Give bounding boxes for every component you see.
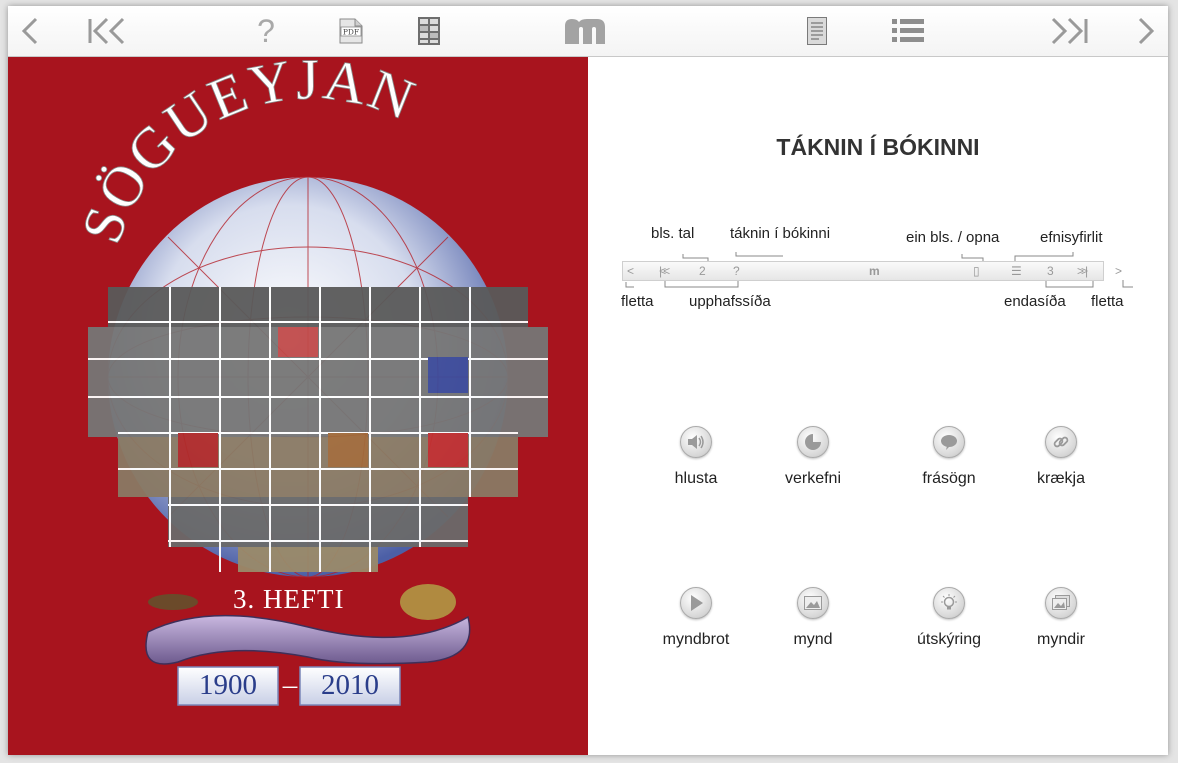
mini-next-arrow-icon: > (1115, 264, 1123, 278)
legend-link[interactable]: krækja (1001, 426, 1121, 488)
mini-single-page-icon: ▯ (973, 264, 980, 278)
legend-images[interactable]: myndir (1001, 587, 1121, 649)
pdf-button[interactable]: PDF (334, 6, 368, 56)
legend-label: mynd (793, 631, 833, 648)
mini-last-page-icon: >>| (1077, 264, 1088, 278)
legend-label: krækja (1036, 470, 1085, 487)
mini-page-number-right: 3 (1047, 264, 1054, 278)
next-arrow-icon (1138, 17, 1155, 45)
pdf-label: PDF (343, 28, 359, 37)
lightbulb-icon (941, 594, 957, 610)
logo-button[interactable] (560, 6, 610, 56)
mini-page-number: 2 (699, 264, 706, 278)
legend-label: verkefni (784, 470, 842, 487)
help-button[interactable]: ? (248, 6, 284, 56)
speaker-icon (688, 435, 704, 449)
issue-label: 3. HEFTI (233, 584, 345, 614)
table-of-contents-button[interactable] (888, 6, 928, 56)
prev-page-button[interactable] (12, 6, 48, 56)
cover-page: SÖGUEYJAN 3. HEFTI 1900 – 2010 (8, 57, 588, 755)
scroll-ribbon (145, 614, 471, 665)
mini-logo-icon: m (869, 264, 880, 278)
legend-label: útskýring (916, 631, 982, 648)
last-page-button[interactable] (1044, 6, 1092, 56)
legend-label: frásögn (922, 470, 976, 487)
mini-help-icon: ? (733, 264, 740, 278)
label-flip-right: fletta (1091, 293, 1124, 310)
image-icon (804, 596, 822, 610)
images-icon (1052, 595, 1070, 610)
help-page: TÁKNIN Í BÓKINNI bls. tal táknin í bókin… (588, 57, 1168, 755)
legend-task[interactable]: verkefni (753, 426, 873, 488)
speech-bubble-icon (941, 435, 957, 450)
year-dash: – (282, 669, 298, 701)
logo-m-icon (565, 19, 605, 44)
grid-icon (418, 17, 440, 45)
label-last-page: endasíða (1004, 293, 1066, 310)
cover-title-text: SÖGUEYJAN (68, 57, 423, 252)
last-page-icon (1051, 17, 1088, 45)
label-first-page: upphafssíða (689, 293, 771, 310)
cover-title: SÖGUEYJAN (68, 57, 424, 252)
mini-prev-arrow-icon: < (627, 264, 635, 278)
task-icon (805, 434, 821, 450)
legend-image[interactable]: mynd (753, 587, 873, 649)
year-end: 2010 (321, 669, 379, 701)
list-icon (892, 19, 924, 42)
car-illustration (400, 584, 456, 620)
first-page-icon (88, 17, 125, 45)
legend-listen[interactable]: hlusta (636, 426, 756, 488)
mini-list-icon: ☰ (1011, 264, 1022, 278)
link-icon (1053, 436, 1069, 448)
single-page-button[interactable] (802, 6, 832, 56)
toolbar: ? PDF (8, 6, 1168, 57)
legend-story[interactable]: frásögn (889, 426, 1009, 488)
prev-arrow-icon (21, 17, 38, 45)
play-icon (691, 595, 703, 611)
book-viewer: ? PDF SÖGUEYJAN 3. HEFTI 1900 – 2010 TÁK… (8, 6, 1168, 755)
mini-first-page-icon: |<< (659, 264, 670, 278)
next-page-button[interactable] (1128, 6, 1164, 56)
carriage-illustration (148, 594, 198, 610)
legend-video[interactable]: myndbrot (636, 587, 756, 649)
single-page-icon (807, 17, 827, 45)
year-start: 1900 (199, 669, 257, 701)
toolbar-diagram: < |<< 2 ? m ▯ ☰ 3 >>| > (622, 261, 1122, 281)
first-page-button[interactable] (84, 6, 132, 56)
help-icon: ? (257, 12, 275, 49)
label-flip-left: fletta (621, 293, 654, 310)
pdf-icon: PDF (339, 18, 363, 44)
svg-text:SÖGUEYJAN: SÖGUEYJAN (68, 57, 424, 251)
legend-explanation[interactable]: útskýring (889, 587, 1009, 649)
photo-mosaic (88, 287, 548, 572)
legend-label: myndir (1036, 631, 1085, 648)
overview-grid-button[interactable] (412, 6, 446, 56)
legend-label: myndbrot (662, 631, 730, 648)
legend-label: hlusta (674, 470, 718, 487)
